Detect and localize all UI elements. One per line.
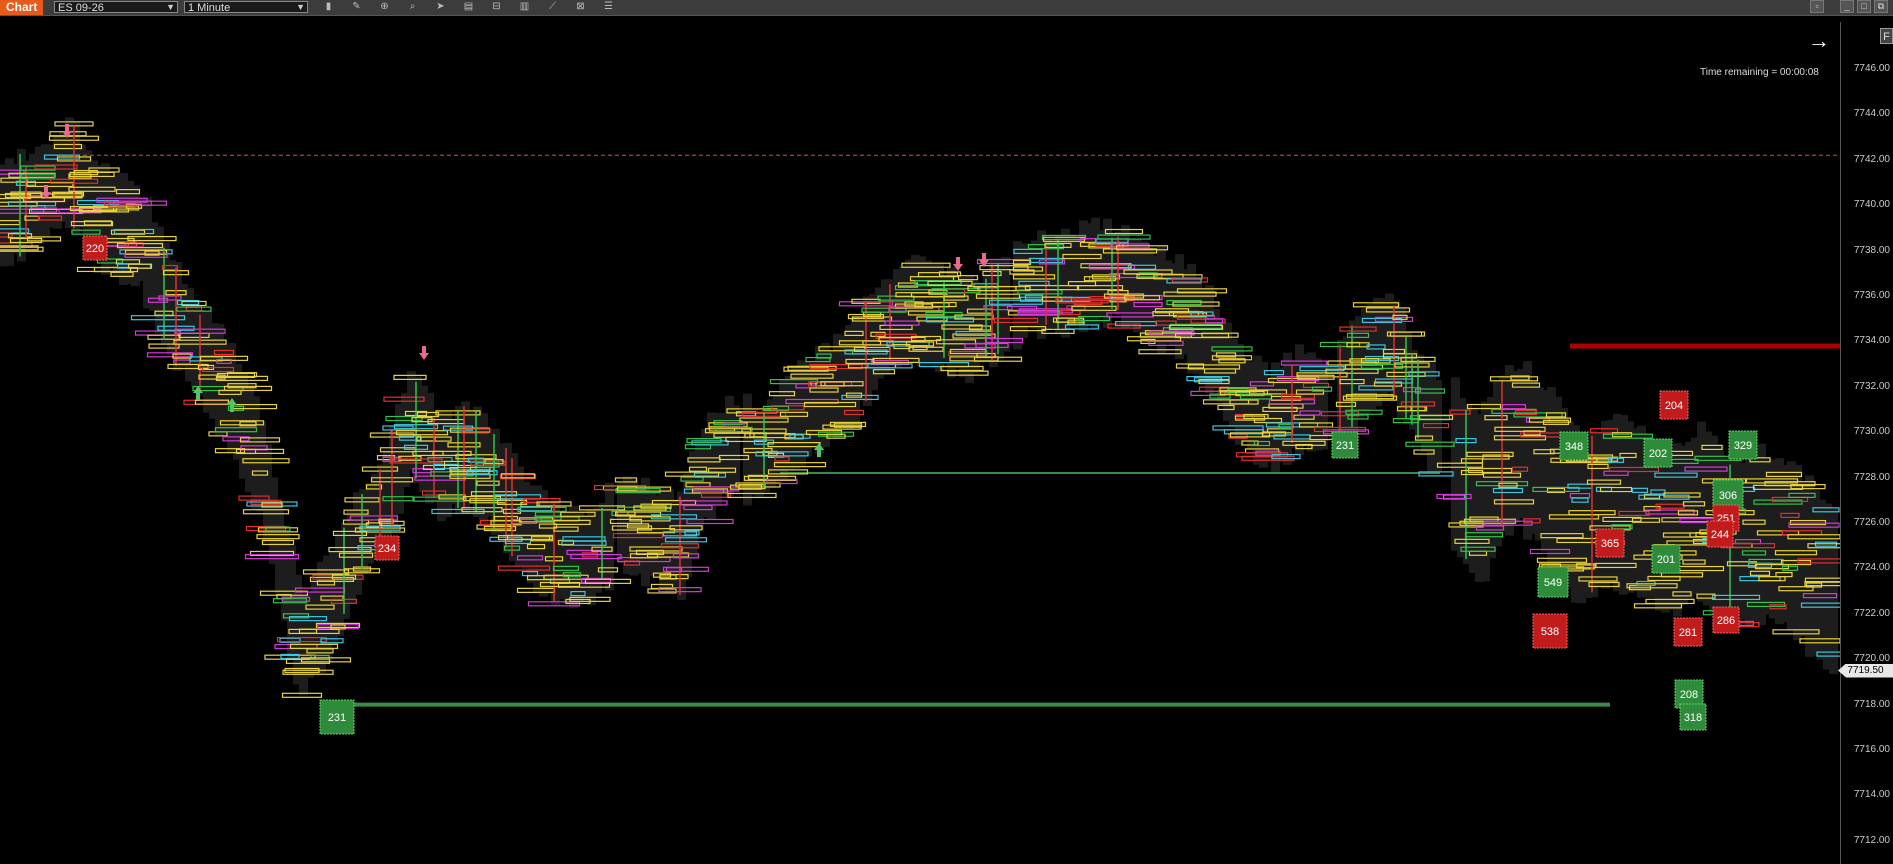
cursor-icon[interactable]: ➤ (434, 1, 447, 13)
bars-type-icon[interactable]: ▮ (322, 1, 335, 13)
volume-block-label: 538 (1541, 626, 1559, 638)
volume-block-label: 202 (1649, 448, 1667, 460)
volume-block-buy[interactable]: 201 (1651, 544, 1681, 574)
volume-block-sell[interactable]: 204 (1659, 390, 1689, 420)
interval-value: 1 Minute (188, 2, 231, 14)
restore-icon[interactable]: ⧉ (1874, 0, 1888, 13)
volume-column-shadow (1433, 379, 1442, 473)
volume-block-label: 286 (1717, 615, 1735, 627)
volume-block-sell[interactable]: 234 (374, 535, 400, 561)
price-tick: 7716.00 (1853, 744, 1890, 755)
chart-canvas[interactable]: 2202342312312043482023293062513652442015… (0, 22, 1840, 864)
time-remaining-label: Time remaining = 00:00:08 (1700, 67, 1819, 78)
volume-block-label: 201 (1657, 554, 1675, 566)
footprint-cell (281, 692, 323, 698)
volume-block-sell[interactable]: 365 (1595, 528, 1625, 558)
price-axis[interactable]: 7746.00 7744.00 7742.00 7740.00 7738.00 7736.… (1840, 22, 1893, 864)
price-tick: 7744.00 (1853, 108, 1890, 120)
strategies-icon[interactable]: ⟋ (546, 1, 559, 13)
price-tick: 7734.00 (1853, 335, 1890, 347)
price-tick: 7740.00 (1853, 199, 1890, 211)
volume-block-buy[interactable]: 329 (1728, 430, 1758, 460)
price-tick: 7720.00 (1853, 653, 1890, 665)
volume-block-label: 220 (86, 243, 104, 255)
maximize-icon[interactable]: □ (1857, 0, 1871, 13)
volume-block-label: 348 (1565, 441, 1583, 453)
volume-block-sell[interactable]: 538 (1532, 613, 1568, 649)
f-button[interactable]: F (1880, 28, 1893, 44)
sell-signal-arrow-icon (419, 346, 429, 360)
interval-select[interactable]: 1 Minute ▼ (184, 1, 308, 14)
price-tick: 7724.00 (1853, 562, 1890, 574)
chart-trader-icon[interactable]: ⊠ (574, 1, 587, 13)
volume-block-buy[interactable]: 318 (1679, 703, 1707, 731)
templates-icon[interactable]: ⊟ (490, 1, 503, 13)
volume-column-shadow (605, 482, 614, 591)
volume-block-sell[interactable]: 220 (82, 235, 108, 261)
indicators-icon[interactable]: ▥ (518, 1, 531, 13)
pencil-icon[interactable]: ✎ (350, 1, 363, 13)
volume-block-label: 306 (1719, 490, 1737, 502)
price-tick: 7722.00 (1853, 607, 1890, 619)
minimize-icon[interactable]: _ (1840, 0, 1854, 13)
sell-signal-arrow-icon (979, 253, 989, 267)
data-box-icon[interactable]: ☰ (602, 1, 615, 13)
volume-block-label: 204 (1665, 400, 1683, 412)
volume-block-sell[interactable]: 244 (1706, 520, 1734, 548)
price-tick: 7732.00 (1853, 380, 1890, 392)
chevron-down-icon: ▼ (296, 2, 305, 12)
price-tick: 7742.00 (1853, 153, 1890, 165)
chart-toolbar: Chart ES 09-26 ▼ 1 Minute ▼ ▮ ✎ ⊕ ⌕ ➤ ▤ … (0, 0, 1893, 16)
tab-icon[interactable]: ▫ (1810, 0, 1824, 13)
volume-block-buy[interactable]: 549 (1537, 566, 1569, 598)
volume-block-label: 329 (1734, 440, 1752, 452)
price-tick: 7726.00 (1853, 517, 1890, 528)
volume-block-label: 549 (1544, 577, 1562, 589)
instrument-value: ES 09-26 (58, 2, 104, 14)
volume-block-label: 231 (1336, 440, 1354, 452)
volume-block-buy[interactable]: 348 (1559, 431, 1589, 461)
volume-block-label: 231 (328, 712, 346, 724)
properties-icon[interactable]: ▤ (462, 1, 475, 13)
price-tick: 7714.00 (1853, 789, 1890, 801)
volume-column-shadow (731, 405, 740, 485)
price-tick: 7746.00 (1853, 63, 1890, 74)
volume-block-buy[interactable]: 231 (319, 699, 355, 735)
volume-block-label: 244 (1711, 529, 1729, 541)
volume-block-buy[interactable]: 202 (1643, 438, 1673, 468)
volume-block-label: 234 (378, 543, 396, 555)
search-icon[interactable]: ⌕ (406, 1, 419, 13)
zoom-icon[interactable]: ⊕ (378, 1, 391, 13)
volume-block-label: 208 (1680, 689, 1698, 701)
chevron-down-icon: ▼ (166, 2, 175, 12)
price-tick: 7728.00 (1853, 471, 1890, 483)
volume-block-buy[interactable]: 231 (1331, 431, 1359, 459)
instrument-select[interactable]: ES 09-26 ▼ (54, 1, 178, 14)
price-tick: 7730.00 (1853, 426, 1890, 438)
price-tick: 7712.00 (1853, 834, 1890, 846)
current-price-marker: 7719.50 (1838, 663, 1893, 678)
volume-block-sell[interactable]: 281 (1673, 617, 1703, 647)
volume-block-label: 281 (1679, 627, 1697, 639)
volume-block-sell[interactable]: 286 (1712, 606, 1740, 634)
volume-block-label: 318 (1684, 712, 1702, 724)
volume-block-label: 365 (1601, 538, 1619, 550)
price-tick: 7736.00 (1853, 290, 1890, 301)
chart-tab[interactable]: Chart (0, 0, 44, 15)
price-tick: 7718.00 (1853, 698, 1890, 710)
volume-column-shadow (1829, 508, 1838, 674)
arrow-right-icon[interactable]: → (1808, 28, 1830, 54)
price-tick: 7738.00 (1853, 244, 1890, 256)
